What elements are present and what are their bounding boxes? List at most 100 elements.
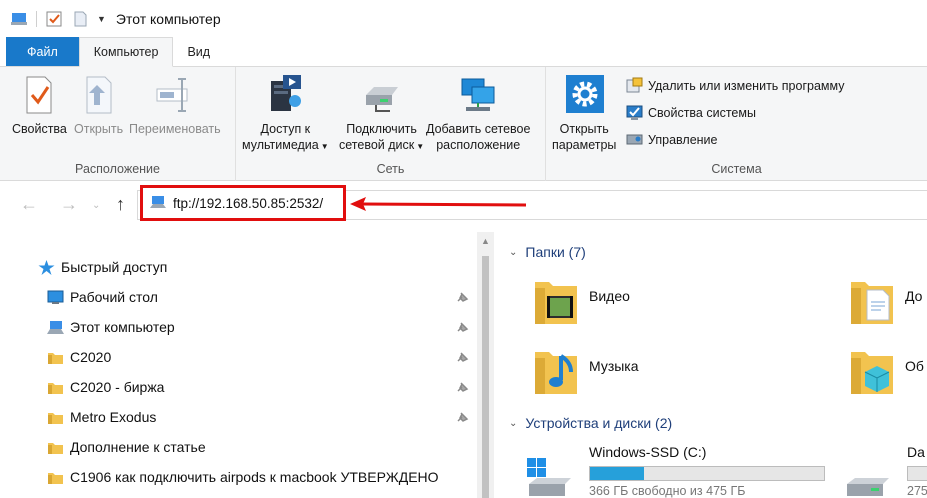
computer-icon[interactable] <box>10 10 28 28</box>
uninstall-icon <box>626 77 643 94</box>
nav-folder-c1906[interactable]: С1906 как подключить airpods к macbook У… <box>47 466 439 488</box>
group-location-label: Расположение <box>75 162 160 176</box>
nav-folder-addition[interactable]: Дополнение к статье <box>47 436 206 458</box>
pin-icon[interactable] <box>455 320 469 334</box>
chevron-down-icon: ⌄ <box>509 246 518 258</box>
nav-label: Metro Exodus <box>70 409 157 425</box>
customize-toolbar-dropdown[interactable]: ▼ <box>97 14 106 24</box>
drive-d[interactable]: Da 275 <box>845 444 927 498</box>
tab-computer[interactable]: Компьютер <box>78 37 174 67</box>
up-arrow-icon[interactable]: ↑ <box>116 194 125 215</box>
scroll-up-icon[interactable]: ▲ <box>481 236 490 246</box>
drives-header-text: Устройства и диски (2) <box>525 415 673 431</box>
title-bar: ▼ Этот компьютер <box>0 0 927 38</box>
manage-label: Управление <box>648 132 718 147</box>
folder-icon <box>47 470 64 485</box>
chevron-down-icon: ⌄ <box>509 417 518 429</box>
folders-header-text: Папки (7) <box>525 244 586 260</box>
map-drive-label-1: Подключить <box>346 122 417 136</box>
drive-usage-fill <box>590 467 644 480</box>
content-pane: ⌄ Папки (7) Видео До Музыка Об ⌄ Устройс… <box>497 232 927 498</box>
toolbar-separator <box>36 11 37 27</box>
new-folder-icon[interactable] <box>71 10 89 28</box>
folders-section-header[interactable]: ⌄ Папки (7) <box>509 244 586 260</box>
window-title: Этот компьютер <box>115 11 221 27</box>
media-access-label-2: мультимедиа <box>242 138 319 152</box>
recent-locations-chevron-icon[interactable]: ⌄ <box>92 200 100 211</box>
drive-usage-bar <box>589 466 825 481</box>
nav-folder-c2020[interactable]: С2020 <box>47 346 111 368</box>
video-folder-icon <box>533 276 579 326</box>
nav-label: Рабочий стол <box>70 289 158 305</box>
folder-music[interactable]: Музыка <box>533 346 639 396</box>
folder-3d-objects[interactable]: Об <box>849 346 924 396</box>
nav-folder-metro-exodus[interactable]: Metro Exodus <box>47 406 156 428</box>
system-properties-button[interactable]: Свойства системы <box>626 102 845 123</box>
tab-file[interactable]: Файл <box>6 37 79 66</box>
chevron-down-icon: ▼ <box>416 142 425 151</box>
ribbon: Свойства Открыть Переименовать Расположе… <box>0 67 927 181</box>
add-network-location-button[interactable]: Добавить сетевое расположение <box>426 73 530 153</box>
drives-section-header[interactable]: ⌄ Устройства и диски (2) <box>509 415 672 431</box>
open-label: Открыть <box>74 122 124 136</box>
checkbox-icon[interactable] <box>45 10 63 28</box>
folder-video[interactable]: Видео <box>533 276 630 326</box>
tab-view[interactable]: Вид <box>173 37 224 66</box>
media-access-button[interactable]: Доступ к мультимедиа ▼ <box>242 73 329 155</box>
computer-icon <box>149 195 167 212</box>
add-network-label-1: Добавить сетевое <box>426 122 531 136</box>
nav-scrollbar[interactable]: ▲ <box>477 232 494 498</box>
quick-access-toolbar: ▼ <box>0 10 106 28</box>
folder-documents[interactable]: До <box>849 276 922 326</box>
back-arrow-icon[interactable]: ← <box>20 194 38 215</box>
nav-this-pc[interactable]: Этот компьютер <box>47 316 175 338</box>
folder-icon <box>47 410 64 425</box>
folder-label: Музыка <box>589 358 639 374</box>
open-settings-label-2: параметры <box>552 138 617 152</box>
address-bar[interactable]: ftp://192.168.50.85:2532/ <box>140 185 346 221</box>
open-icon <box>79 73 119 115</box>
scrollbar-thumb[interactable] <box>482 256 489 498</box>
media-server-icon <box>265 73 305 115</box>
open-settings-label-1: Открыть <box>559 122 609 136</box>
uninstall-program-button[interactable]: Удалить или изменить программу <box>626 75 845 96</box>
open-settings-button[interactable]: Открыть параметры <box>552 73 616 153</box>
nav-label: Дополнение к статье <box>70 439 206 455</box>
nav-quick-access[interactable]: Быстрый доступ <box>38 256 167 278</box>
manage-button[interactable]: Управление <box>626 129 845 150</box>
drive-icon <box>527 444 573 498</box>
nav-label: Этот компьютер <box>70 319 175 335</box>
nav-label: С1906 как подключить airpods к macbook У… <box>70 469 439 485</box>
settings-gear-icon <box>564 73 605 115</box>
navigation-pane: Быстрый доступ Рабочий стол Этот компьют… <box>0 232 495 498</box>
drive-free-space: 275 <box>907 484 927 498</box>
drive-name: Windows-SSD (C:) <box>589 444 707 460</box>
rename-button[interactable]: Переименовать <box>129 73 221 137</box>
chevron-down-icon: ▼ <box>320 142 329 151</box>
drive-c[interactable]: Windows-SSD (C:) 366 ГБ свободно из 475 … <box>527 444 825 498</box>
properties-button[interactable]: Свойства <box>12 73 67 137</box>
open-button[interactable]: Открыть <box>74 73 123 137</box>
group-system: Открыть параметры Удалить или изменить п… <box>546 67 927 181</box>
folder-icon <box>47 350 64 365</box>
pin-icon[interactable] <box>455 290 469 304</box>
system-properties-icon <box>626 104 643 121</box>
folder-icon <box>47 380 64 395</box>
folder-icon <box>47 440 64 455</box>
address-text: ftp://192.168.50.85:2532/ <box>173 195 324 211</box>
map-drive-button[interactable]: Подключить сетевой диск ▼ <box>339 73 424 155</box>
forward-arrow-icon[interactable]: → <box>60 194 78 215</box>
add-network-icon <box>458 73 498 115</box>
group-system-label: Система <box>711 162 762 176</box>
pin-icon[interactable] <box>455 410 469 424</box>
pin-icon[interactable] <box>455 350 469 364</box>
system-actions: Удалить или изменить программу Свойства … <box>626 75 845 150</box>
media-access-label-1: Доступ к <box>260 122 311 136</box>
nav-desktop[interactable]: Рабочий стол <box>47 286 158 308</box>
group-location: Свойства Открыть Переименовать Расположе… <box>0 67 236 181</box>
system-properties-label: Свойства системы <box>648 105 756 120</box>
folder-label: Об <box>905 358 924 374</box>
nav-folder-c2020-exchange[interactable]: С2020 - биржа <box>47 376 164 398</box>
manage-icon <box>626 131 643 148</box>
pin-icon[interactable] <box>455 380 469 394</box>
